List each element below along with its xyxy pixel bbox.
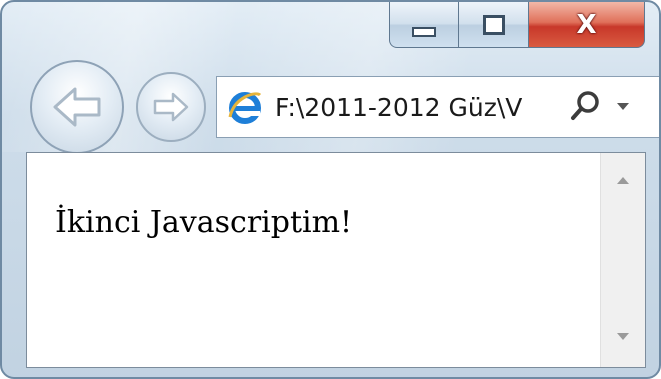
search-icon[interactable]	[569, 89, 603, 123]
url-text[interactable]: F:\2011-2012 Güz\V	[275, 93, 551, 122]
close-icon: X	[576, 9, 597, 40]
vertical-scrollbar[interactable]	[600, 153, 645, 367]
back-arrow-icon	[53, 87, 101, 127]
minimize-icon	[412, 26, 436, 37]
browser-window: X F:\2011-2012 Güz\V İkinci Javascriptim…	[0, 0, 661, 379]
page-content: İkinci Javascriptim!	[26, 152, 646, 368]
internet-explorer-icon	[225, 85, 265, 129]
back-button[interactable]	[30, 60, 124, 154]
close-button[interactable]: X	[529, 2, 645, 48]
scroll-up-arrow-icon[interactable]	[617, 177, 629, 184]
forward-button[interactable]	[136, 72, 206, 142]
page-body-text: İkinci Javascriptim!	[55, 205, 353, 240]
forward-arrow-icon	[153, 92, 189, 122]
maximize-button[interactable]	[459, 2, 529, 48]
scroll-down-arrow-icon[interactable]	[617, 333, 629, 340]
caption-buttons: X	[389, 2, 645, 50]
address-bar[interactable]: F:\2011-2012 Güz\V	[216, 76, 659, 138]
maximize-icon	[482, 14, 505, 35]
minimize-button[interactable]	[389, 2, 459, 48]
chevron-down-icon[interactable]	[617, 103, 629, 110]
